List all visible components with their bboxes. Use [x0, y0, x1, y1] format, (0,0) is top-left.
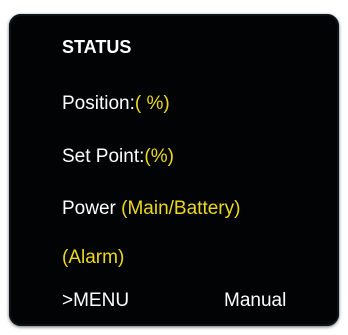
power-row: Power (Main/Battery) — [62, 197, 240, 221]
set-point-label: Set Point: — [62, 146, 145, 167]
menu-option[interactable]: >MENU — [62, 289, 129, 313]
position-label: Position: — [62, 93, 135, 114]
mode-option[interactable]: Manual — [224, 289, 286, 313]
set-point-value: (%) — [144, 146, 174, 167]
status-display: STATUS Position:( %) Set Point:(%) Power… — [9, 14, 339, 326]
screen-title: STATUS — [62, 37, 132, 57]
position-row: Position:( %) — [62, 92, 170, 116]
alarm-row: (Alarm) — [62, 247, 125, 268]
position-value: ( %) — [134, 93, 170, 114]
set-point-row: Set Point:(%) — [62, 145, 174, 169]
power-value: (Main/Battery) — [121, 198, 241, 219]
power-label: Power — [62, 198, 116, 219]
